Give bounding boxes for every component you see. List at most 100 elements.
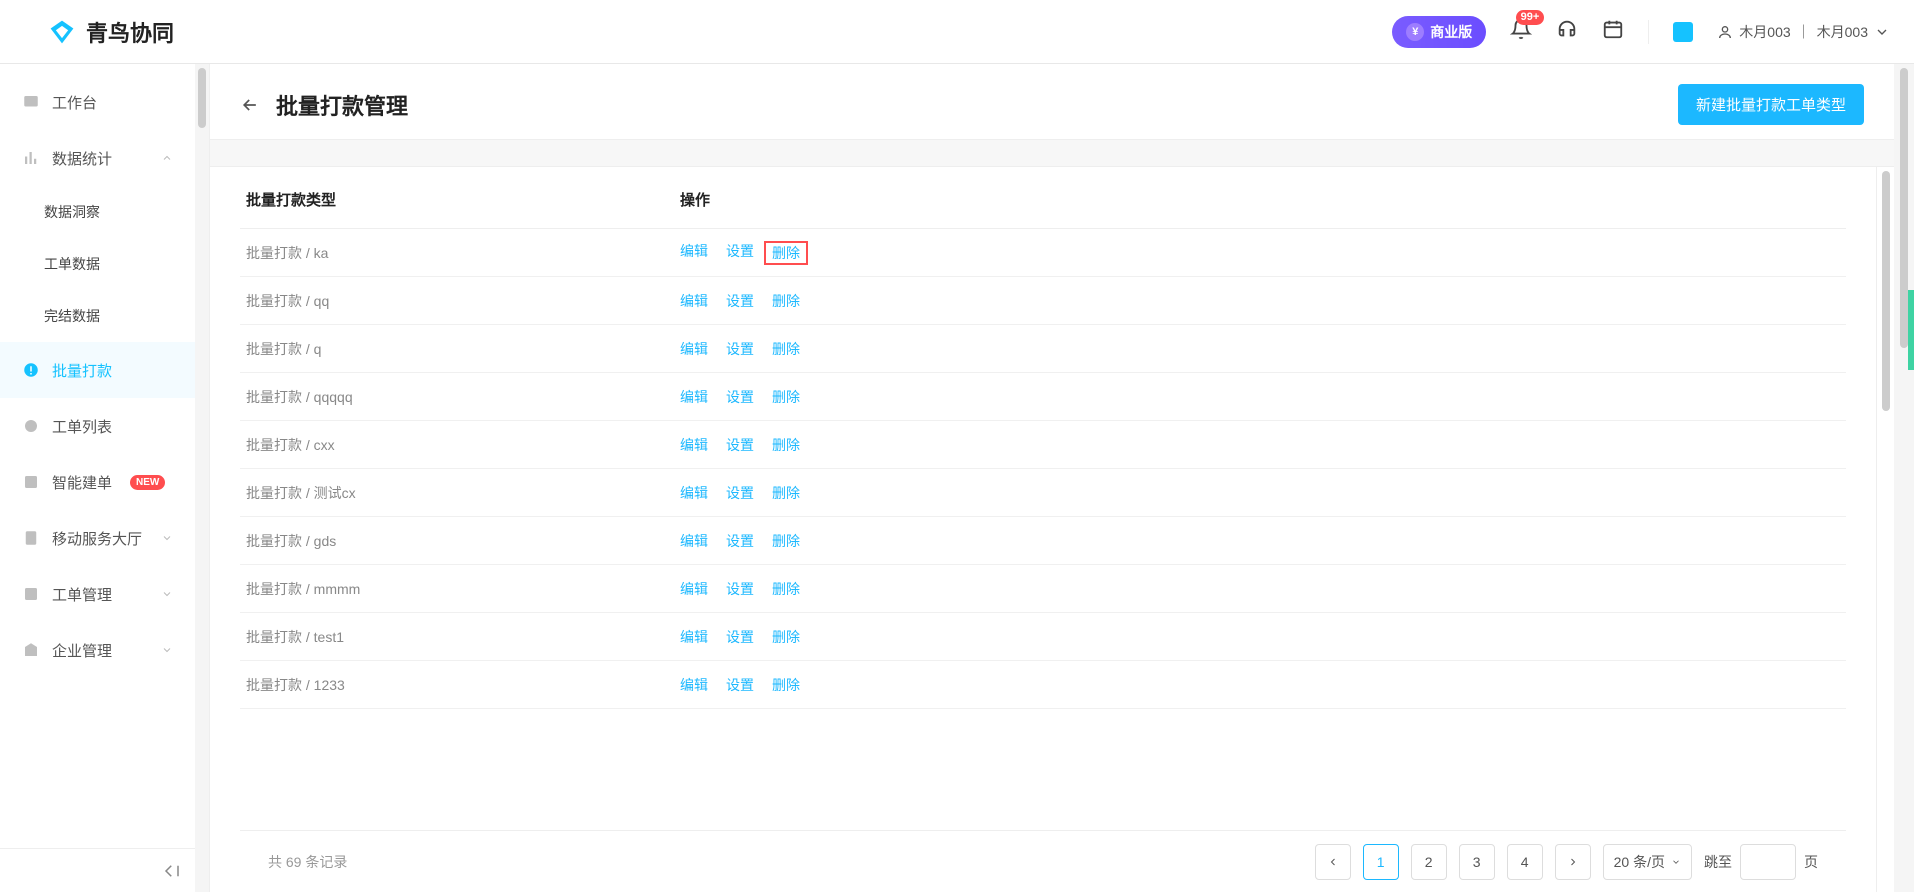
pager-next-button[interactable] bbox=[1555, 844, 1591, 880]
create-type-button[interactable]: 新建批量打款工单类型 bbox=[1678, 84, 1864, 125]
settings-link[interactable]: 设置 bbox=[726, 291, 754, 311]
pager-page-button[interactable]: 1 bbox=[1363, 844, 1399, 880]
window-scrollbar[interactable] bbox=[1894, 64, 1914, 892]
table-row: 批量打款 / 测试cx编辑设置删除 bbox=[240, 469, 1846, 517]
table-row: 批量打款 / qqqqq编辑设置删除 bbox=[240, 373, 1846, 421]
cell-type: 批量打款 / 测试cx bbox=[240, 483, 680, 503]
edit-link[interactable]: 编辑 bbox=[680, 531, 708, 551]
sidebar-item-order-data[interactable]: 工单数据 bbox=[0, 238, 195, 290]
business-edition-label: 商业版 bbox=[1430, 22, 1472, 42]
cell-ops: 编辑设置删除 bbox=[680, 627, 1846, 647]
sidebar-item-order-list[interactable]: 工单列表 bbox=[0, 398, 195, 454]
cell-type: 批量打款 / q bbox=[240, 339, 680, 359]
sidebar-item-label: 批量打款 bbox=[52, 360, 112, 381]
sidebar-item-stats[interactable]: 数据统计 bbox=[0, 130, 195, 186]
app-header: 青鸟协同 ¥ 商业版 99+ 木月003 ｜ 木月003 bbox=[0, 0, 1914, 64]
sidebar-collapse-button[interactable] bbox=[0, 848, 195, 892]
chevron-down-icon bbox=[1874, 24, 1890, 40]
edit-link[interactable]: 编辑 bbox=[680, 339, 708, 359]
sidebar-item-mobile-hall[interactable]: 移动服务大厅 bbox=[0, 510, 195, 566]
pager-page-button[interactable]: 4 bbox=[1507, 844, 1543, 880]
sidebar-item-smart-order[interactable]: 智能建单 NEW bbox=[0, 454, 195, 510]
pager-prev-button[interactable] bbox=[1315, 844, 1351, 880]
edit-link[interactable]: 编辑 bbox=[680, 291, 708, 311]
cell-type: 批量打款 / cxx bbox=[240, 435, 680, 455]
content-gap bbox=[210, 139, 1894, 167]
settings-link[interactable]: 设置 bbox=[726, 531, 754, 551]
settings-link[interactable]: 设置 bbox=[726, 339, 754, 359]
page-header-left: 批量打款管理 bbox=[240, 89, 408, 121]
edit-link[interactable]: 编辑 bbox=[680, 435, 708, 455]
jump-suffix: 页 bbox=[1804, 852, 1818, 872]
table-scrollbar-thumb[interactable] bbox=[1882, 171, 1890, 411]
accent-indicator bbox=[1908, 290, 1914, 370]
collapse-icon bbox=[163, 862, 181, 880]
edit-link[interactable]: 编辑 bbox=[680, 579, 708, 599]
calendar-button[interactable] bbox=[1602, 18, 1624, 45]
main: 批量打款管理 新建批量打款工单类型 批量打款类型 操作 批量打款 / ka编辑设… bbox=[210, 64, 1894, 892]
table-scrollbar[interactable] bbox=[1876, 167, 1894, 892]
sidebar-item-label: 企业管理 bbox=[52, 640, 112, 661]
table-row: 批量打款 / cxx编辑设置删除 bbox=[240, 421, 1846, 469]
delete-link[interactable]: 删除 bbox=[772, 483, 800, 503]
table-row: 批量打款 / ka编辑设置删除 bbox=[240, 229, 1846, 277]
cell-type: 批量打款 / gds bbox=[240, 531, 680, 551]
delete-link[interactable]: 删除 bbox=[764, 241, 808, 265]
back-button[interactable] bbox=[240, 95, 260, 115]
settings-link[interactable]: 设置 bbox=[726, 627, 754, 647]
delete-link[interactable]: 删除 bbox=[772, 387, 800, 407]
settings-link[interactable]: 设置 bbox=[726, 579, 754, 599]
chevron-down-icon bbox=[161, 532, 173, 544]
arrow-left-icon bbox=[240, 95, 260, 115]
edit-link[interactable]: 编辑 bbox=[680, 483, 708, 503]
pager-page-button[interactable]: 3 bbox=[1459, 844, 1495, 880]
settings-link[interactable]: 设置 bbox=[726, 241, 754, 265]
page-size-label: 20 条/页 bbox=[1614, 852, 1665, 872]
sidebar-item-insight[interactable]: 数据洞察 bbox=[0, 186, 195, 238]
sidebar-item-batch-pay[interactable]: 批量打款 bbox=[0, 342, 195, 398]
edit-link[interactable]: 编辑 bbox=[680, 675, 708, 695]
delete-link[interactable]: 删除 bbox=[772, 579, 800, 599]
app-selector-icon[interactable] bbox=[1673, 22, 1693, 42]
sidebar-item-corp-mgmt[interactable]: 企业管理 bbox=[0, 622, 195, 678]
delete-link[interactable]: 删除 bbox=[772, 291, 800, 311]
support-button[interactable] bbox=[1556, 18, 1578, 45]
settings-link[interactable]: 设置 bbox=[726, 483, 754, 503]
sidebar-item-workbench[interactable]: 工作台 bbox=[0, 74, 195, 130]
table-row: 批量打款 / q编辑设置删除 bbox=[240, 325, 1846, 373]
order-mgmt-icon bbox=[22, 585, 40, 603]
jump-page-input[interactable] bbox=[1740, 844, 1796, 880]
sidebar-item-order-mgmt[interactable]: 工单管理 bbox=[0, 566, 195, 622]
delete-link[interactable]: 删除 bbox=[772, 435, 800, 455]
business-edition-badge[interactable]: ¥ 商业版 bbox=[1392, 16, 1486, 48]
delete-link[interactable]: 删除 bbox=[772, 675, 800, 695]
edit-link[interactable]: 编辑 bbox=[680, 241, 708, 265]
settings-link[interactable]: 设置 bbox=[726, 435, 754, 455]
brand: 青鸟协同 bbox=[48, 16, 174, 48]
table-row: 批量打款 / gds编辑设置删除 bbox=[240, 517, 1846, 565]
notifications-button[interactable]: 99+ bbox=[1510, 18, 1532, 45]
total-count: 69 bbox=[286, 854, 302, 870]
sidebar-container: 工作台 数据统计 数据洞察 工单数据 完结数据 批量打 bbox=[0, 64, 210, 892]
delete-link[interactable]: 删除 bbox=[772, 531, 800, 551]
pager-page-button[interactable]: 2 bbox=[1411, 844, 1447, 880]
window-scrollbar-thumb[interactable] bbox=[1900, 68, 1908, 348]
page-size-select[interactable]: 20 条/页 bbox=[1603, 844, 1692, 880]
sidebar-scrollbar[interactable] bbox=[195, 64, 209, 892]
sidebar-item-finish-data[interactable]: 完结数据 bbox=[0, 290, 195, 342]
settings-link[interactable]: 设置 bbox=[726, 675, 754, 695]
chevron-right-icon bbox=[1567, 856, 1579, 868]
delete-link[interactable]: 删除 bbox=[772, 339, 800, 359]
settings-link[interactable]: 设置 bbox=[726, 387, 754, 407]
user-menu[interactable]: 木月003 ｜ 木月003 bbox=[1717, 22, 1890, 42]
user-secondary-name: 木月003 bbox=[1817, 22, 1868, 42]
header-right: ¥ 商业版 99+ 木月003 ｜ 木月003 bbox=[1392, 16, 1890, 48]
edit-link[interactable]: 编辑 bbox=[680, 627, 708, 647]
sidebar-nav: 工作台 数据统计 数据洞察 工单数据 完结数据 批量打 bbox=[0, 64, 195, 848]
cell-ops: 编辑设置删除 bbox=[680, 579, 1846, 599]
sidebar-scrollbar-thumb[interactable] bbox=[198, 68, 206, 128]
sidebar-item-label: 智能建单 bbox=[52, 472, 112, 493]
edit-link[interactable]: 编辑 bbox=[680, 387, 708, 407]
workbench-icon bbox=[22, 93, 40, 111]
delete-link[interactable]: 删除 bbox=[772, 627, 800, 647]
